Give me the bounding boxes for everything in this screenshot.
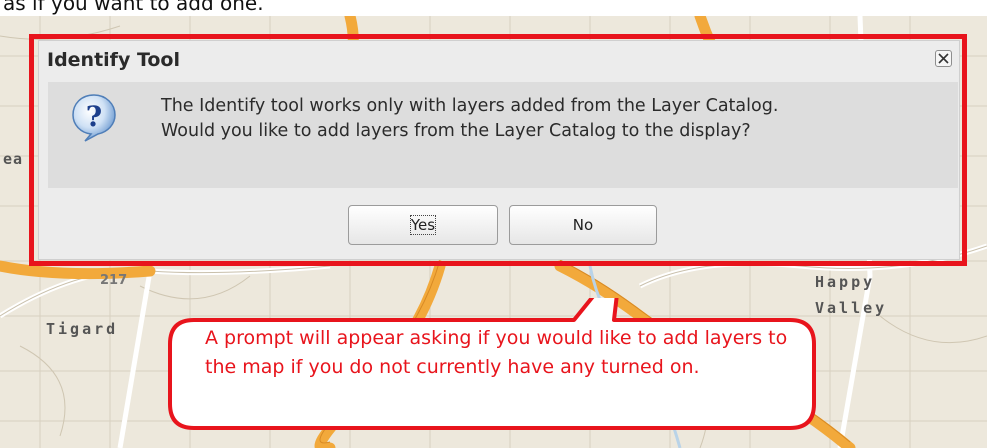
close-button[interactable] — [935, 50, 952, 67]
no-button[interactable]: No — [509, 205, 657, 245]
map-label-partial: ea — [3, 150, 24, 168]
map-label-valley: Valley — [815, 299, 888, 317]
message-panel: ? The Identify tool works only with laye… — [48, 82, 958, 188]
background-text-strip: as if you want to add one. — [0, 0, 987, 16]
identify-dialog: Identify Tool ? The Identify tool works … — [38, 40, 960, 260]
map-label-happy: Happy — [815, 273, 876, 291]
no-button-label: No — [572, 216, 594, 234]
map-label-tigard: Tigard — [46, 320, 119, 338]
annotation-text: A prompt will appear asking if you would… — [205, 327, 788, 378]
close-icon — [938, 53, 949, 64]
dialog-message-line-1: The Identify tool works only with layers… — [161, 96, 779, 116]
annotation-callout: A prompt will appear asking if you would… — [164, 298, 820, 432]
yes-button[interactable]: Yes — [348, 205, 498, 245]
svg-text:?: ? — [86, 100, 102, 133]
dialog-message-line-2: Would you like to add layers from the La… — [161, 121, 751, 141]
dialog-title: Identify Tool — [47, 49, 180, 71]
yes-button-label: Yes — [409, 215, 437, 235]
question-icon: ? — [72, 94, 116, 142]
route-shield-217: 217 — [100, 273, 128, 288]
background-text: as if you want to add one. — [3, 0, 264, 15]
